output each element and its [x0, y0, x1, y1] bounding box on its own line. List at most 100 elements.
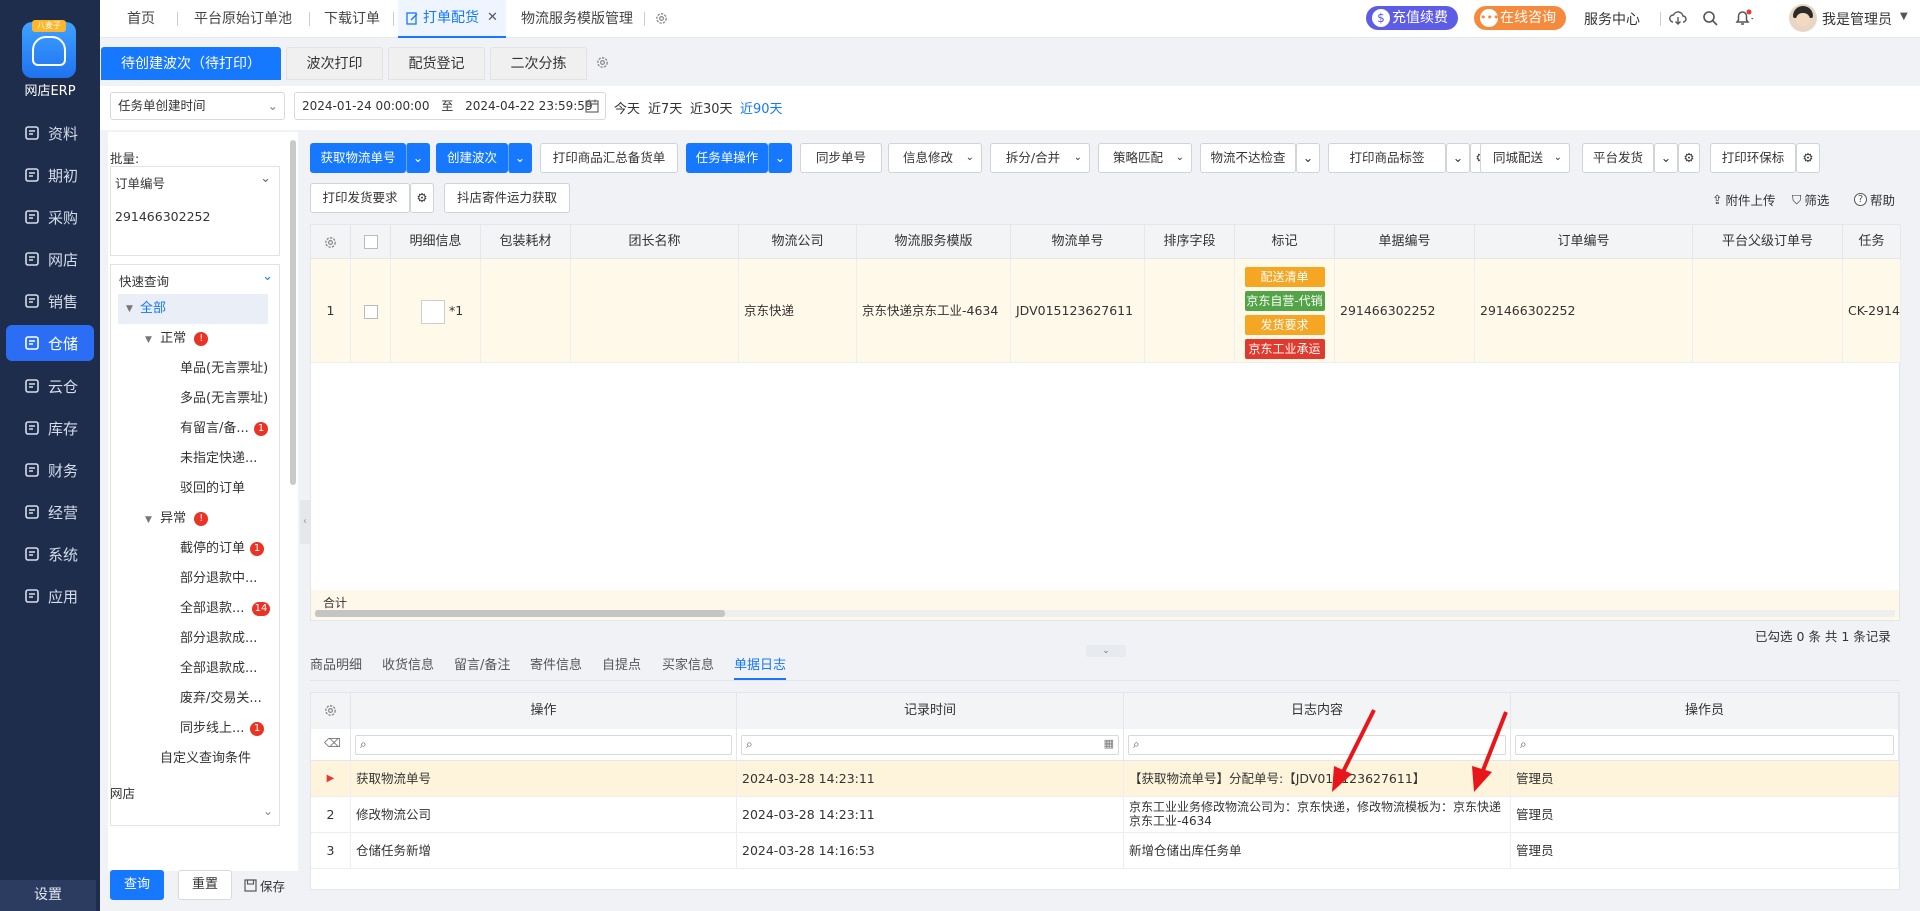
log-header-time[interactable]: 记录时间: [737, 693, 1124, 729]
recharge-button[interactable]: $ 充值续费: [1366, 6, 1458, 30]
grid-header[interactable]: 物流服务模版: [857, 225, 1011, 259]
avatar[interactable]: [1789, 4, 1817, 32]
online-consult-button[interactable]: ••• 在线咨询: [1474, 6, 1566, 30]
sidebar-item-1[interactable]: 期初: [0, 157, 100, 193]
toolbar-gear-icon[interactable]: ⚙: [1678, 143, 1700, 173]
quick-30days[interactable]: 近30天: [690, 98, 733, 117]
tree-normal-item[interactable]: 驳回的订单: [180, 474, 280, 504]
app-logo[interactable]: 八麦子: [22, 20, 76, 78]
grid-header[interactable]: 标记: [1235, 225, 1335, 259]
batch-value[interactable]: 291466302252: [115, 209, 210, 224]
bottom-tab-4[interactable]: 自提点: [602, 652, 641, 680]
tab-home[interactable]: 首页: [127, 0, 155, 38]
bottom-tab-3[interactable]: 寄件信息: [530, 652, 582, 680]
dropdown-toggle-chevron-icon[interactable]: ⌄: [1654, 143, 1678, 173]
toolbar-button-3[interactable]: 任务单操作 ⌄: [686, 143, 792, 173]
help-button[interactable]: ? 帮助: [1854, 190, 1895, 209]
tree-abnormal-item[interactable]: 全部退款... 14: [180, 594, 280, 624]
quick-today[interactable]: 今天: [614, 98, 640, 117]
log-row[interactable]: 2 修改物流公司 2024-03-28 14:23:11 京东工业业务修改物流公…: [311, 797, 1899, 833]
sidebar-item-9[interactable]: 经营: [0, 494, 100, 530]
sidebar-item-3[interactable]: 网店: [0, 241, 100, 277]
tree-abnormal-item[interactable]: 全部退款成...: [180, 654, 280, 684]
log-row[interactable]: ▶ 获取物流单号 2024-03-28 14:23:11 【获取物流单号】分配单…: [311, 761, 1899, 797]
sidebar-item-10[interactable]: 系统: [0, 536, 100, 572]
batch-field-select[interactable]: 订单编号: [115, 173, 165, 192]
grid-header[interactable]: 排序字段: [1145, 225, 1235, 259]
dropdown-toggle-chevron-icon[interactable]: ⌄: [1446, 143, 1470, 173]
sidebar-item-6[interactable]: 云仓: [0, 368, 100, 404]
attachment-upload-button[interactable]: ⇪ 附件上传: [1712, 190, 1776, 209]
grid-header[interactable]: 任务: [1843, 225, 1901, 259]
tree-abnormal[interactable]: ▼ 异常 !: [145, 504, 209, 534]
toolbar-button-label[interactable]: 任务单操作: [686, 143, 768, 173]
tree-abnormal-item[interactable]: 部分退款成...: [180, 624, 280, 654]
clear-filter-icon[interactable]: ⌫: [311, 729, 351, 761]
cloud-download-icon[interactable]: [1669, 10, 1687, 26]
toolbar-button-12[interactable]: 打印环保标 ⚙: [1710, 143, 1820, 173]
tab-platform-orders[interactable]: 平台原始订单池: [194, 0, 292, 38]
grid-header[interactable]: 平台父级订单号: [1693, 225, 1843, 259]
toolbar-button-1[interactable]: 创建波次 ⌄: [436, 143, 532, 173]
tree-abnormal-item[interactable]: 废弃/交易关...: [180, 684, 280, 714]
date-type-select[interactable]: 任务单创建时间 ⌄: [110, 92, 285, 120]
sidebar-item-5[interactable]: 仓储: [6, 325, 94, 361]
tree-normal-item[interactable]: 多品(无言票址): [180, 384, 280, 414]
user-name[interactable]: 我是管理员: [1822, 9, 1892, 29]
douyin-capacity-button[interactable]: 抖店寄件运力获取: [444, 183, 570, 213]
close-tab-icon[interactable]: ✕: [487, 0, 498, 37]
subtab-settings-gear-icon[interactable]: [595, 55, 610, 70]
filter-button[interactable]: ⛉ 筛选: [1792, 190, 1829, 209]
left-panel-scrollbar[interactable]: [290, 140, 296, 485]
grid-settings-icon[interactable]: [311, 225, 351, 259]
tab-print-picking[interactable]: 打单配货 ✕: [398, 0, 506, 38]
custom-query-link[interactable]: 自定义查询条件: [160, 744, 251, 774]
subtab-wave-print[interactable]: 波次打印: [286, 47, 383, 80]
grid-header[interactable]: 订单编号: [1475, 225, 1693, 259]
sidebar-item-7[interactable]: 库存: [0, 410, 100, 446]
collapse-panel-handle[interactable]: ‹: [300, 500, 310, 544]
toolbar-button-2[interactable]: 打印商品汇总备货单: [540, 143, 678, 173]
grid-header[interactable]: 单据编号: [1335, 225, 1475, 259]
toolbar-button-11[interactable]: 平台发货 ⌄ ⚙: [1582, 143, 1700, 173]
row-checkbox[interactable]: [351, 259, 391, 363]
chevron-down-icon[interactable]: ⌄: [262, 269, 273, 284]
chevron-down-icon[interactable]: ▼: [1900, 11, 1908, 22]
grid-header[interactable]: 明细信息: [391, 225, 481, 259]
sidebar-item-2[interactable]: 采购: [0, 199, 100, 235]
log-filter-time[interactable]: ⌕ ▦: [737, 729, 1124, 761]
tab-settings-gear-icon[interactable]: [654, 11, 669, 26]
tab-download-orders[interactable]: 下载订单: [324, 0, 380, 38]
search-icon[interactable]: [1702, 10, 1718, 26]
log-row[interactable]: 3 仓储任务新增 2024-03-28 14:16:53 新增仓储出库任务单 管…: [311, 833, 1899, 869]
print-ship-requirement[interactable]: 打印发货要求 ⚙: [310, 183, 434, 213]
tab-logistics-template[interactable]: 物流服务模版管理: [521, 0, 633, 38]
toolbar-button-5[interactable]: 信息修改 ⌄: [888, 143, 982, 173]
bottom-tab-5[interactable]: 买家信息: [662, 652, 714, 680]
grid-header[interactable]: 物流单号: [1011, 225, 1145, 259]
tree-normal-item[interactable]: 单品(无言票址): [180, 354, 280, 384]
quick-7days[interactable]: 近7天: [648, 98, 682, 117]
bottom-tab-2[interactable]: 留言/备注: [454, 652, 510, 680]
tree-abnormal-item[interactable]: 同步线上... 1: [180, 714, 280, 744]
settings-button[interactable]: 设置: [0, 880, 96, 911]
bell-icon[interactable]: [1734, 9, 1756, 27]
bottom-tab-1[interactable]: 收货信息: [382, 652, 434, 680]
toolbar-button-label[interactable]: 打印商品标签: [1328, 143, 1446, 173]
sidebar-item-0[interactable]: 资料: [0, 115, 100, 151]
bottom-tab-6[interactable]: 单据日志: [734, 652, 787, 680]
log-header-user[interactable]: 操作员: [1511, 693, 1899, 729]
save-button[interactable]: 保存: [244, 876, 285, 895]
detail-cell[interactable]: *1: [391, 259, 481, 363]
dropdown-toggle-chevron-icon[interactable]: ⌄: [1296, 143, 1320, 173]
toolbar-gear-icon[interactable]: ⚙: [1796, 143, 1820, 173]
query-button[interactable]: 查询: [110, 870, 164, 900]
toolbar-button-4[interactable]: 同步单号: [800, 143, 882, 173]
toolbar-button-7[interactable]: 策略匹配 ⌄: [1098, 143, 1192, 173]
service-center-link[interactable]: 服务中心: [1584, 9, 1640, 29]
toolbar-button-label[interactable]: 同步单号: [800, 143, 882, 173]
dropdown-toggle-chevron-icon[interactable]: ⌄: [768, 143, 792, 173]
dropdown-toggle-chevron-icon[interactable]: ⌄: [508, 143, 532, 173]
toolbar-button-9[interactable]: 打印商品标签⌄⚙: [1328, 143, 1492, 173]
toolbar-button-label[interactable]: 平台发货: [1582, 143, 1654, 173]
